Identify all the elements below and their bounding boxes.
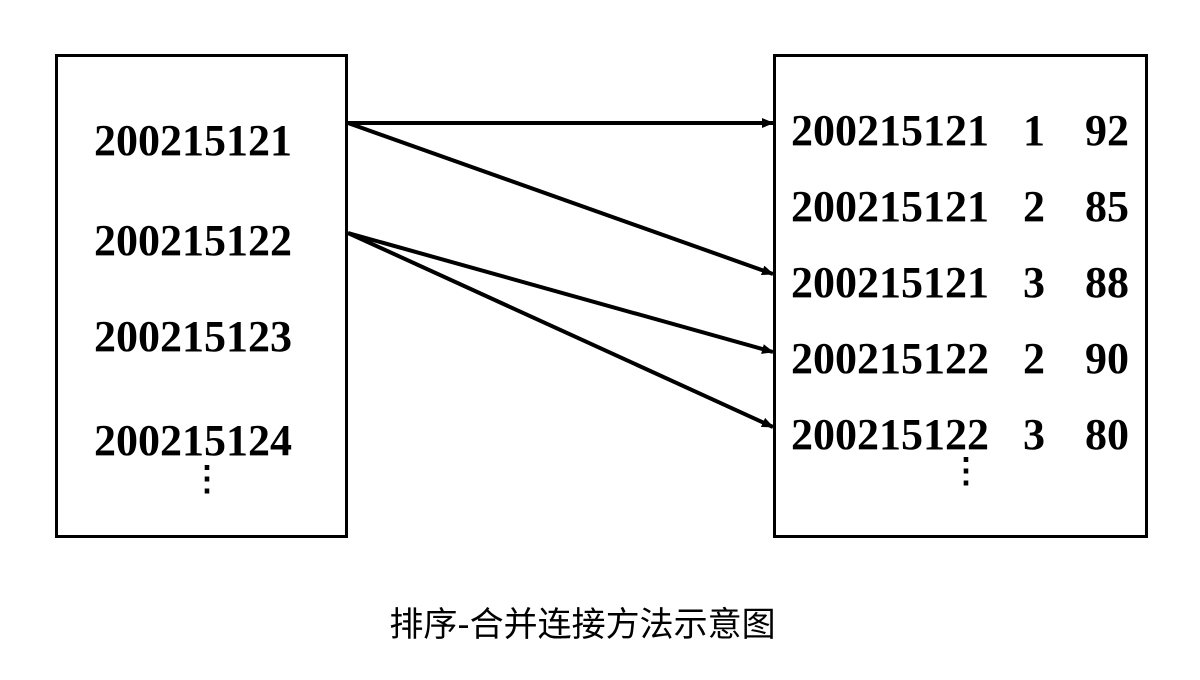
join-arrows [347,118,774,429]
arrow-4 [347,231,774,429]
diagram-caption: 排序-合并连接方法示意图 [389,605,776,645]
